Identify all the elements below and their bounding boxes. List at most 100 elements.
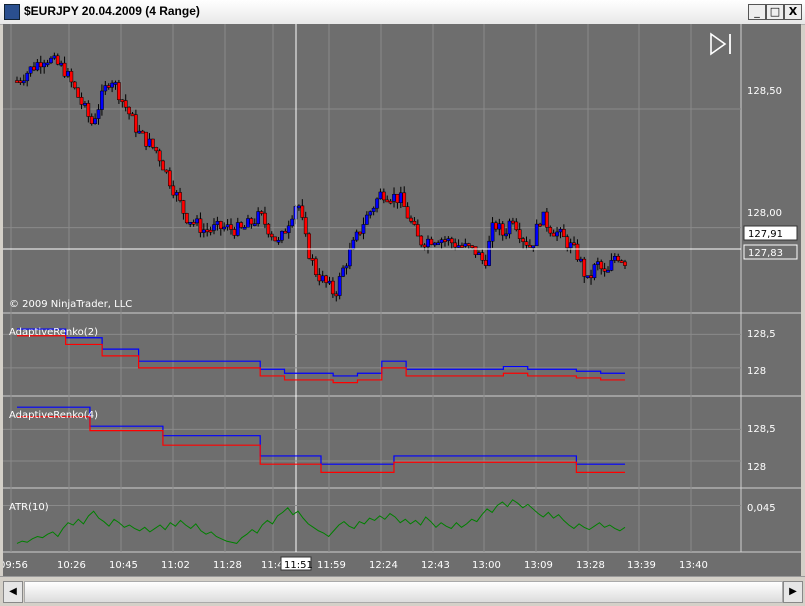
renko2-title: AdaptiveRenko(2) xyxy=(9,327,98,338)
candle xyxy=(545,211,549,228)
candle xyxy=(419,235,424,246)
candle xyxy=(426,238,430,248)
candle xyxy=(120,99,125,103)
candle xyxy=(110,82,114,88)
candle xyxy=(395,194,400,203)
candle xyxy=(385,199,390,203)
candle xyxy=(405,206,410,219)
candle xyxy=(528,245,532,248)
candle xyxy=(609,260,614,271)
candle xyxy=(273,236,277,242)
candle xyxy=(205,229,210,233)
candle xyxy=(201,229,206,233)
candle xyxy=(252,223,257,226)
candle xyxy=(331,280,335,295)
scroll-right-button[interactable]: ▶ xyxy=(783,581,803,603)
window-title: $EURJPY 20.04.2009 (4 Range) xyxy=(24,4,200,18)
candle xyxy=(463,243,468,247)
crosshair-price-label: 127,91 xyxy=(748,229,783,240)
candle xyxy=(348,249,352,267)
candle xyxy=(334,293,339,297)
time-tick-label: 11:59 xyxy=(317,560,346,571)
candle xyxy=(327,280,332,284)
atr-tick-0-045: 0,045 xyxy=(747,503,776,514)
time-tick-label: 11:02 xyxy=(161,560,190,571)
candle xyxy=(511,220,515,224)
scroll-track[interactable] xyxy=(24,581,783,603)
candle xyxy=(72,81,77,89)
candle xyxy=(443,239,447,242)
candle xyxy=(140,130,145,134)
candle xyxy=(412,221,417,225)
candle xyxy=(232,229,237,236)
candle xyxy=(283,230,288,234)
maximize-button[interactable]: □ xyxy=(766,4,784,20)
candle xyxy=(582,258,587,277)
candle xyxy=(351,239,356,250)
close-button[interactable]: X xyxy=(784,4,802,20)
horizontal-scrollbar[interactable]: ◀ ▶ xyxy=(0,576,805,606)
candle xyxy=(517,229,522,239)
candle xyxy=(436,242,441,245)
candle xyxy=(497,223,502,230)
renko-series-line xyxy=(17,328,625,377)
candle xyxy=(69,71,74,83)
crosshair-price-tag: 127,91 xyxy=(743,225,798,241)
candle xyxy=(470,245,475,248)
candle xyxy=(225,224,230,228)
candle xyxy=(572,242,576,246)
minimize-button[interactable]: _ xyxy=(748,4,766,20)
candle xyxy=(15,80,19,83)
chart-svg[interactable]: 09:56 10:26 10:45 11:02 11:28 11:4 11:59 12:24 1… xyxy=(3,24,801,576)
candle xyxy=(361,224,366,234)
candle xyxy=(242,226,247,230)
candle xyxy=(191,221,196,225)
scroll-left-button[interactable]: ◀ xyxy=(3,581,23,603)
candle xyxy=(117,82,121,101)
candle xyxy=(174,192,179,196)
price-tick-128-50: 128,50 xyxy=(747,86,782,97)
candle xyxy=(589,275,593,279)
time-tick-label: 10:45 xyxy=(109,560,138,571)
candle xyxy=(171,185,176,196)
atr-title: ATR(10) xyxy=(9,502,49,513)
chart-area[interactable]: 09:56 10:26 10:45 11:02 11:28 11:4 11:59 12:24 1… xyxy=(3,24,801,576)
crosshair-time-tag: 11:51 xyxy=(280,556,313,571)
candle xyxy=(422,244,427,248)
candle xyxy=(415,224,420,237)
time-tick-label: 09:56 xyxy=(3,560,28,571)
candle xyxy=(344,265,349,269)
candle xyxy=(276,239,281,243)
candle xyxy=(371,207,376,212)
time-tick-label: 12:43 xyxy=(421,560,450,571)
app-icon xyxy=(4,4,20,20)
candle xyxy=(483,260,488,266)
candle xyxy=(96,109,101,119)
candle xyxy=(134,114,138,133)
candle xyxy=(402,192,407,207)
candle xyxy=(157,150,162,162)
candle xyxy=(585,275,590,278)
candle xyxy=(616,256,621,261)
candle xyxy=(314,258,318,275)
atr-line xyxy=(16,499,626,544)
candle xyxy=(130,113,135,117)
candle xyxy=(480,252,485,261)
candle xyxy=(246,218,250,228)
renko4-title: AdaptiveRenko(4) xyxy=(9,410,98,421)
candle xyxy=(592,264,597,279)
last-price-tag: 127,83 xyxy=(743,244,798,260)
candle xyxy=(106,85,111,88)
window-titlebar: $EURJPY 20.04.2009 (4 Range) _ □ X xyxy=(0,0,805,25)
candle xyxy=(212,224,216,231)
candle xyxy=(466,243,471,246)
candle xyxy=(161,160,165,171)
renko-series-line xyxy=(17,416,625,473)
time-tick-label: 13:00 xyxy=(472,560,501,571)
candle xyxy=(341,267,345,277)
skip-to-end-icon[interactable] xyxy=(710,32,731,56)
candle xyxy=(25,72,30,82)
time-tick-label: 13:40 xyxy=(679,560,708,571)
candle xyxy=(184,213,189,224)
candle xyxy=(286,225,291,233)
